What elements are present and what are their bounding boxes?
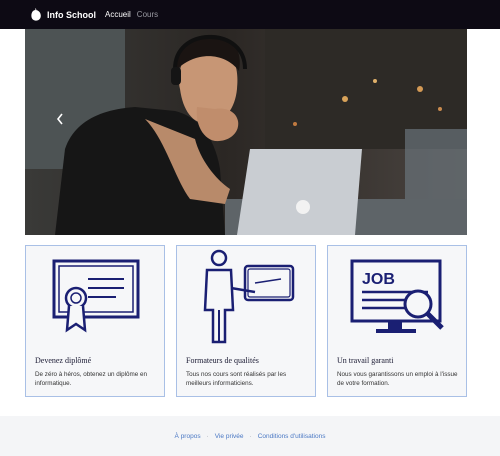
- feature-card-travail: JOB Un travail garanti Nous vous garanti…: [327, 245, 467, 397]
- teacher-board-icon: [203, 249, 295, 344]
- card-title: Un travail garanti: [337, 356, 394, 365]
- chevron-left-icon[interactable]: [53, 109, 67, 129]
- hero-photo: [25, 29, 467, 235]
- feature-card-formateurs: Formateurs de qualités Tous nos cours so…: [176, 245, 316, 397]
- footer-separator: ·: [206, 432, 209, 440]
- card-title: Formateurs de qualités: [186, 356, 259, 365]
- nav-link-cours[interactable]: Cours: [137, 10, 158, 19]
- footer-separator: ·: [249, 432, 252, 440]
- card-text: Tous nos cours sont réalisés par les mei…: [186, 371, 287, 387]
- hero-carousel: [25, 29, 467, 235]
- job-search-icon: JOB: [350, 259, 444, 333]
- footer-link-conditions[interactable]: Conditions d'utilisations: [258, 433, 326, 440]
- brand-logo-icon: [31, 7, 41, 21]
- nav-link-accueil[interactable]: Accueil: [105, 10, 131, 19]
- brand[interactable]: Info School: [29, 7, 96, 22]
- card-text: De zéro à héros, obtenez un diplôme en i…: [35, 371, 148, 387]
- footer-link-a-propos[interactable]: À propos: [175, 433, 201, 440]
- certificate-icon: [52, 259, 140, 333]
- feature-cards: Devenez diplômé De zéro à héros, obtenez…: [25, 245, 467, 397]
- card-title: Devenez diplômé: [35, 356, 92, 365]
- job-label: JOB: [362, 271, 395, 288]
- feature-card-diplome: Devenez diplômé De zéro à héros, obtenez…: [25, 245, 165, 397]
- brand-name: Info School: [47, 9, 96, 20]
- card-text: Nous vous garantissons un emploi à l'iss…: [337, 371, 458, 387]
- top-navbar: Info School Accueil Cours: [0, 0, 500, 29]
- footer: À propos · Vie privée · Conditions d'uti…: [0, 416, 500, 456]
- footer-link-vie-privee[interactable]: Vie privée: [215, 433, 244, 440]
